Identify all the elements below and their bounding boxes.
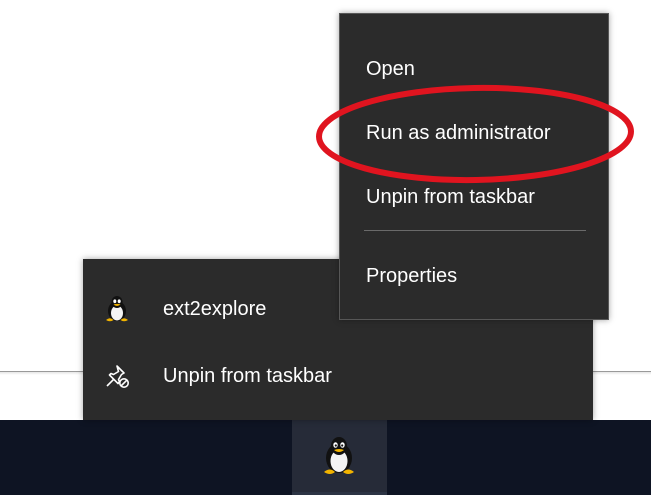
jump-list-item-unpin[interactable]: Unpin from taskbar (83, 354, 593, 398)
unpin-icon (106, 365, 129, 388)
menu-item-label: Unpin from taskbar (366, 186, 535, 208)
menu-item-label: Open (366, 58, 415, 80)
jump-list-item-label: ext2explore (163, 297, 267, 320)
taskbar-app-ext2explore[interactable] (292, 420, 387, 495)
menu-item-unpin-from-taskbar[interactable]: Unpin from taskbar (340, 178, 608, 218)
menu-item-run-as-administrator[interactable]: Run as administrator (340, 114, 608, 154)
taskbar (0, 420, 651, 495)
jump-list-item-label: Unpin from taskbar (163, 364, 332, 387)
tux-icon (324, 437, 354, 474)
desktop-screen: ext2explore Unpin from taskbar Open Run … (0, 0, 651, 495)
menu-item-label: Properties (366, 265, 458, 287)
menu-item-open[interactable]: Open (340, 50, 608, 90)
menu-separator (364, 230, 586, 231)
context-menu: Open Run as administrator Unpin from tas… (339, 13, 609, 320)
menu-item-properties[interactable]: Properties (340, 257, 608, 297)
menu-item-label: Run as administrator (366, 122, 551, 144)
tux-icon (106, 296, 128, 322)
